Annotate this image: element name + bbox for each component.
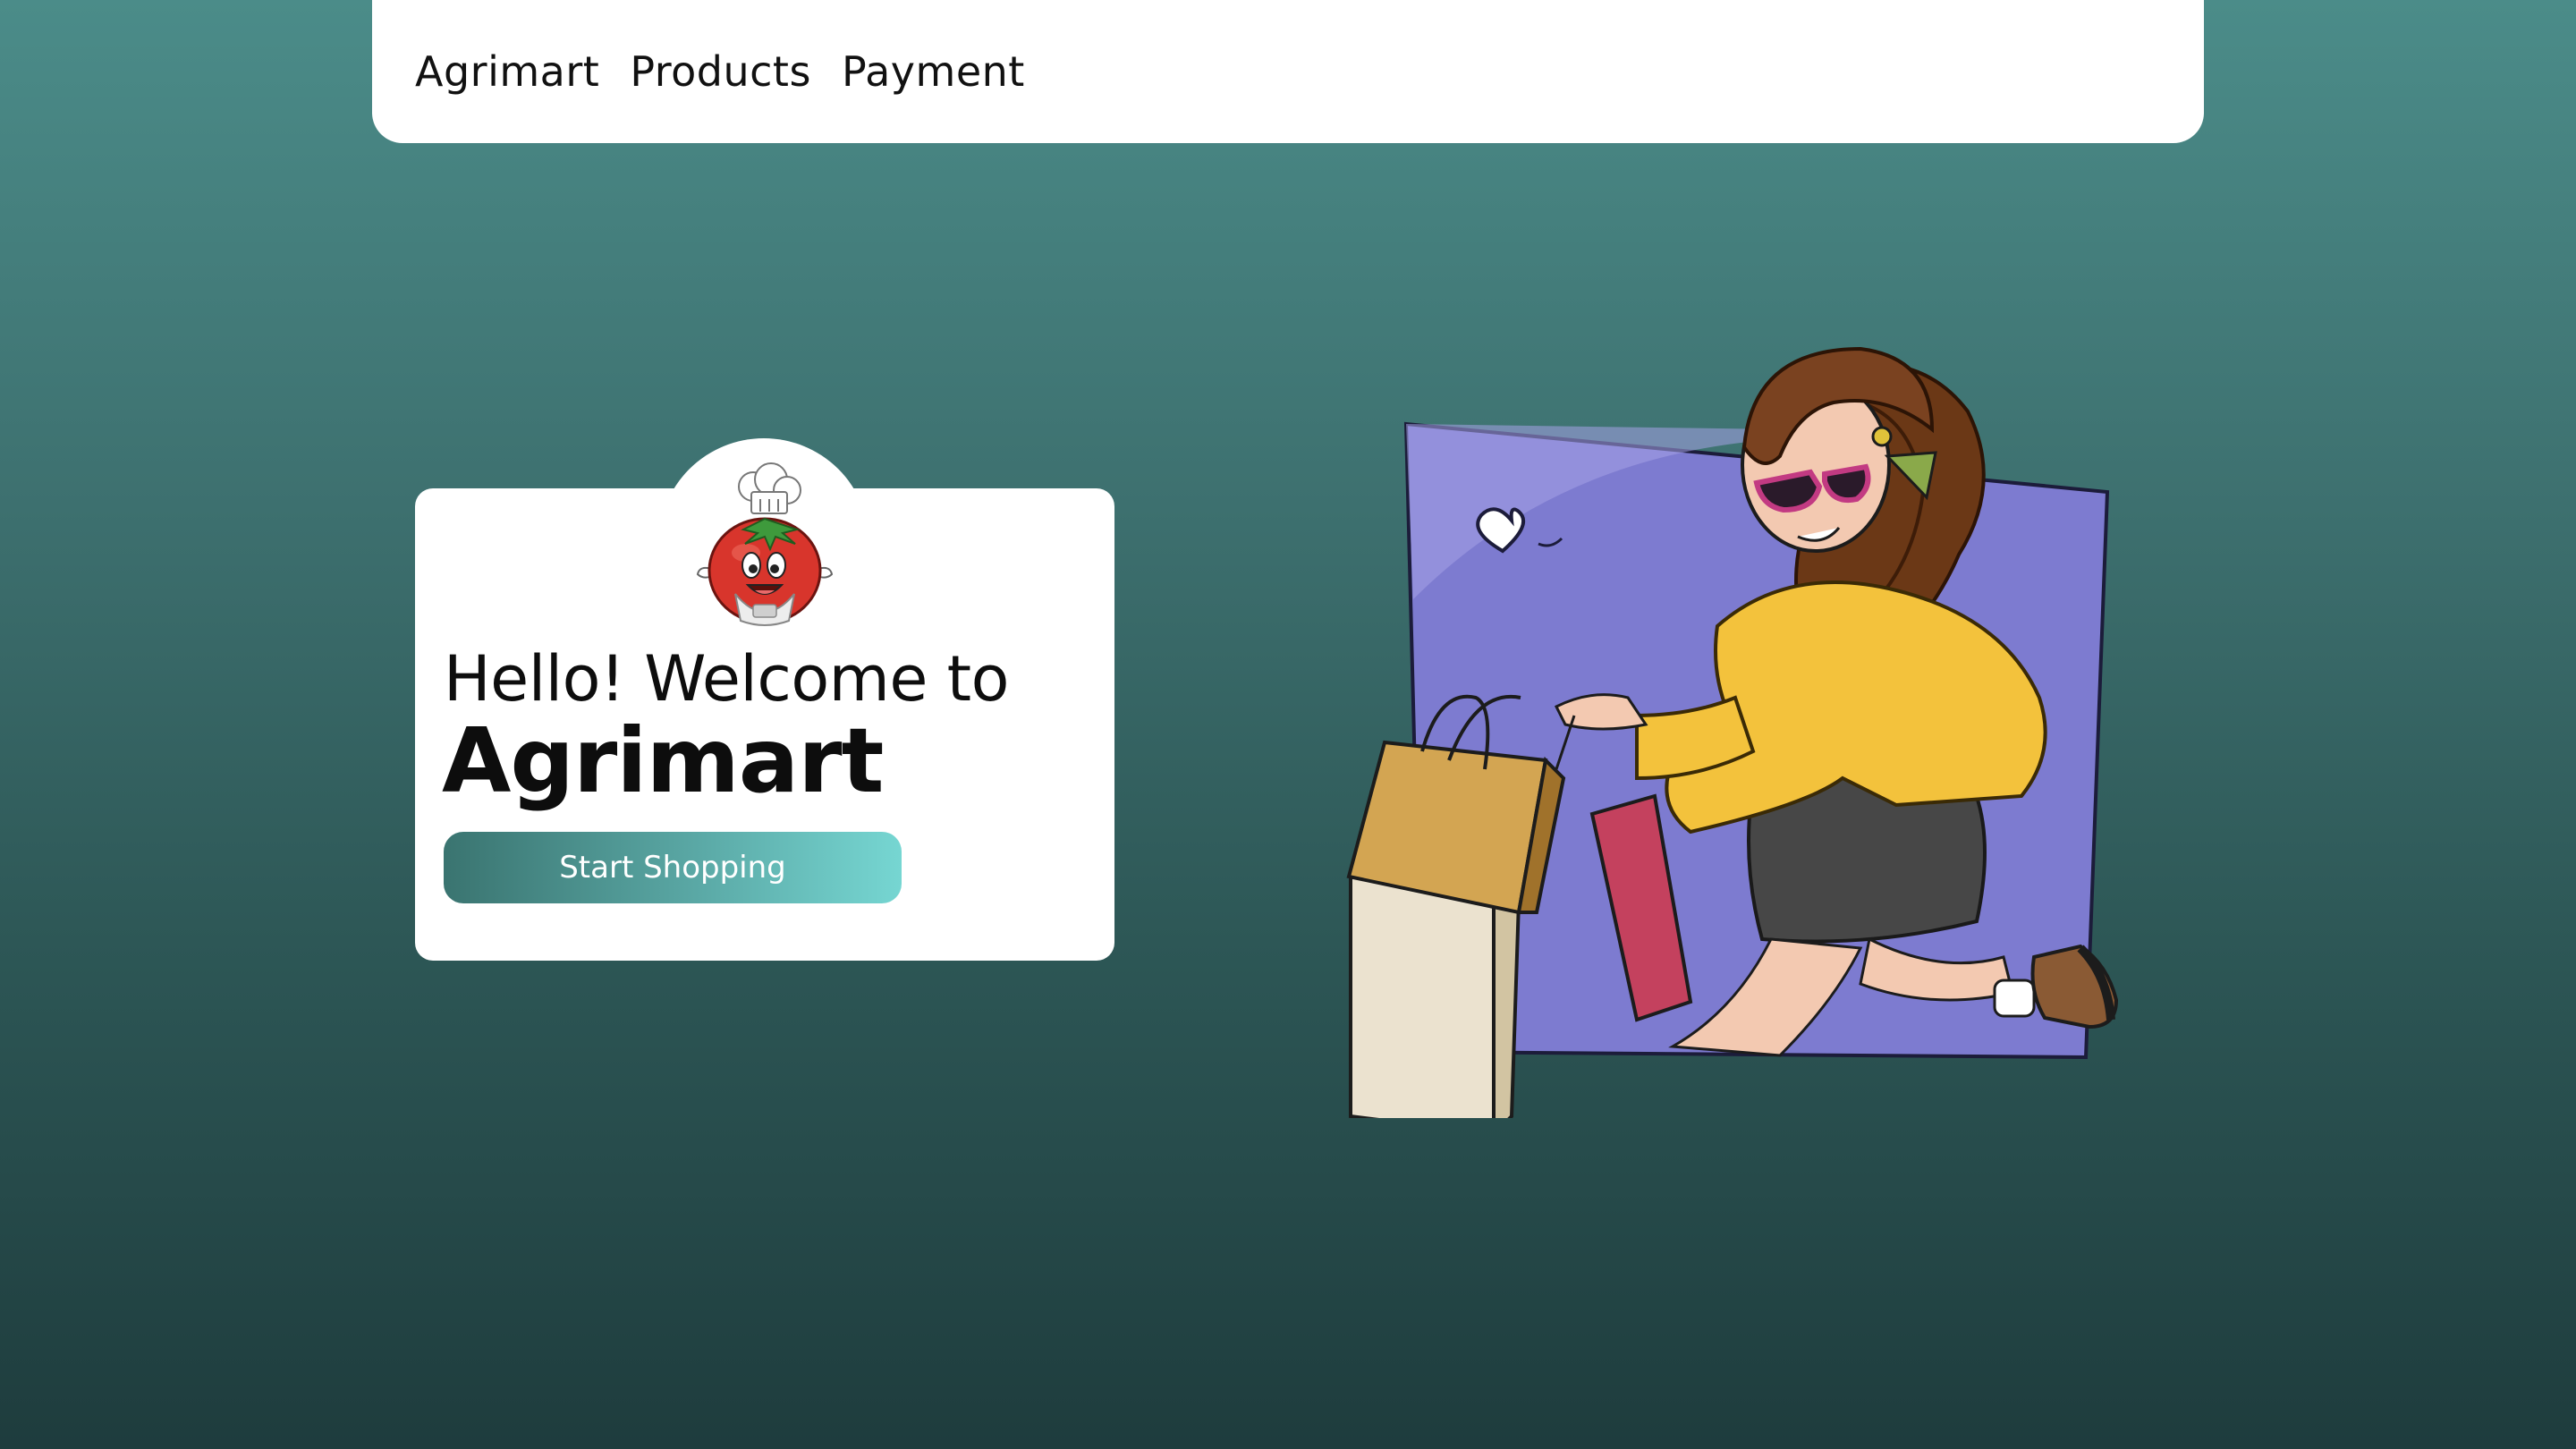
tomato-chef-mascot-icon [696,462,834,626]
brand-heading: Agrimart [442,708,884,813]
nav-link-payment[interactable]: Payment [842,47,1025,96]
top-navbar: Agrimart Products Payment [372,0,2204,143]
shopping-girl-illustration [1346,346,2119,1118]
start-shopping-button[interactable]: Start Shopping [444,832,902,903]
nav-link-products[interactable]: Products [630,47,811,96]
nav-brand-link[interactable]: Agrimart [415,47,599,96]
welcome-card: Hello! Welcome to Agrimart Start Shoppin… [415,438,1114,961]
welcome-heading: Hello! Welcome to [444,642,1009,716]
